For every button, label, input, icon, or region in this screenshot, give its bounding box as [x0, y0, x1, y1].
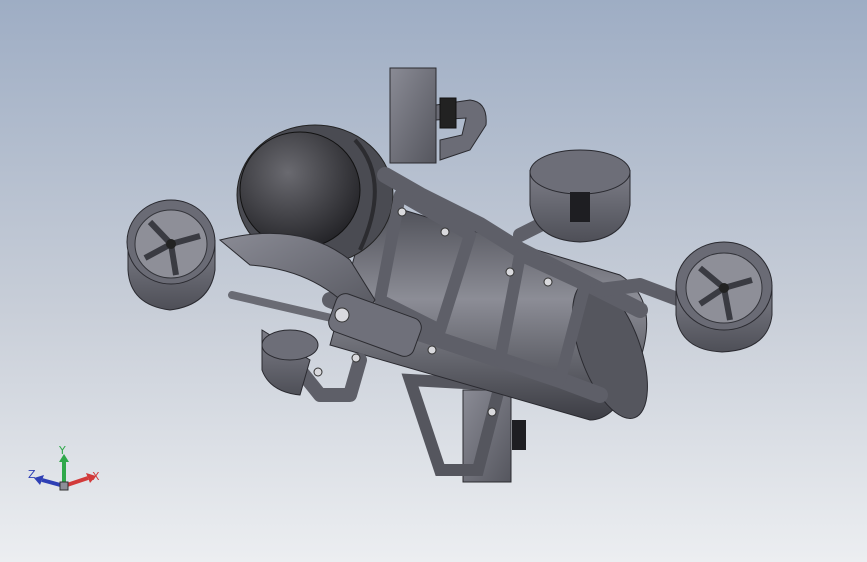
thruster-right-icon [675, 241, 773, 353]
rov-model-icon[interactable] [0, 0, 867, 562]
triad-origin [59, 481, 69, 491]
orientation-triad-icon: Y X Z [28, 446, 100, 491]
y-axis-label: Y [58, 446, 66, 457]
upper-strut [389, 67, 487, 164]
thruster-left-icon [126, 199, 216, 311]
x-axis-label: X [92, 470, 100, 483]
thruster-top-icon [529, 149, 631, 243]
graphics-viewport[interactable]: Y X Z [0, 0, 867, 562]
z-axis-label: Z [28, 468, 36, 481]
